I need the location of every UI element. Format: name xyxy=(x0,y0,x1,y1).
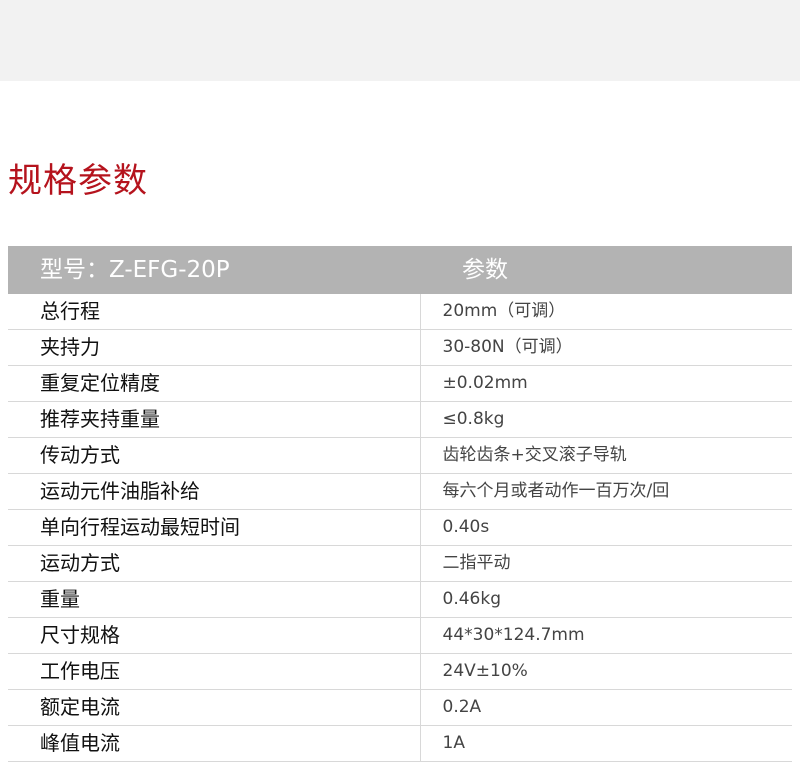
row-value: 30-80N（可调） xyxy=(420,329,792,366)
row-value: 44*30*124.7mm xyxy=(420,617,792,654)
row-name: 单向行程运动最短时间 xyxy=(8,509,421,546)
row-value: 0.2A xyxy=(420,689,792,726)
row-value: ≤0.8kg xyxy=(420,401,792,438)
row-value: 每六个月或者动作一百万次/回 xyxy=(420,473,792,510)
table-row: 峰值电流 1A xyxy=(8,725,792,762)
table-row: 推荐夹持重量 ≤0.8kg xyxy=(8,401,792,438)
table-row: 单向行程运动最短时间 0.40s xyxy=(8,509,792,546)
table-row: 运动元件油脂补给 每六个月或者动作一百万次/回 xyxy=(8,473,792,510)
row-value: 20mm（可调） xyxy=(420,294,792,330)
row-name: 重量 xyxy=(8,581,421,618)
row-name: 峰值电流 xyxy=(8,725,421,762)
row-name: 额定电流 xyxy=(8,689,421,726)
row-value: 1A xyxy=(420,725,792,762)
table-row: 重量 0.46kg xyxy=(8,581,792,618)
row-name: 尺寸规格 xyxy=(8,617,421,654)
row-value: 齿轮齿条+交叉滚子导轨 xyxy=(420,437,792,474)
section-title: 规格参数 xyxy=(8,161,148,201)
row-value: 0.46kg xyxy=(420,581,792,618)
row-name: 运动元件油脂补给 xyxy=(8,473,421,510)
row-value: 0.40s xyxy=(420,509,792,546)
row-name: 工作电压 xyxy=(8,653,421,690)
table-header-row: 型号：Z-EFG-20P 参数 xyxy=(8,246,792,294)
row-name: 运动方式 xyxy=(8,545,421,582)
top-banner-band xyxy=(0,0,800,81)
header-param: 参数 xyxy=(420,246,792,294)
table-row: 工作电压 24V±10% xyxy=(8,653,792,690)
row-name: 总行程 xyxy=(8,294,421,330)
table-row: 传动方式 齿轮齿条+交叉滚子导轨 xyxy=(8,437,792,474)
spec-table: 型号：Z-EFG-20P 参数 总行程 20mm（可调） 夹持力 30-80N（可调… xyxy=(8,246,792,762)
row-name: 推荐夹持重量 xyxy=(8,401,421,438)
table-row: 运动方式 二指平动 xyxy=(8,545,792,582)
row-value: 24V±10% xyxy=(420,653,792,690)
row-value: ±0.02mm xyxy=(420,365,792,402)
row-name: 夹持力 xyxy=(8,329,421,366)
row-value: 二指平动 xyxy=(420,545,792,582)
header-model: 型号：Z-EFG-20P xyxy=(8,246,420,294)
table-row: 尺寸规格 44*30*124.7mm xyxy=(8,617,792,654)
table-row: 总行程 20mm（可调） xyxy=(8,294,792,330)
table-row: 重复定位精度 ±0.02mm xyxy=(8,365,792,402)
table-row: 夹持力 30-80N（可调） xyxy=(8,329,792,366)
row-name: 传动方式 xyxy=(8,437,421,474)
table-row: 额定电流 0.2A xyxy=(8,689,792,726)
row-name: 重复定位精度 xyxy=(8,365,421,402)
